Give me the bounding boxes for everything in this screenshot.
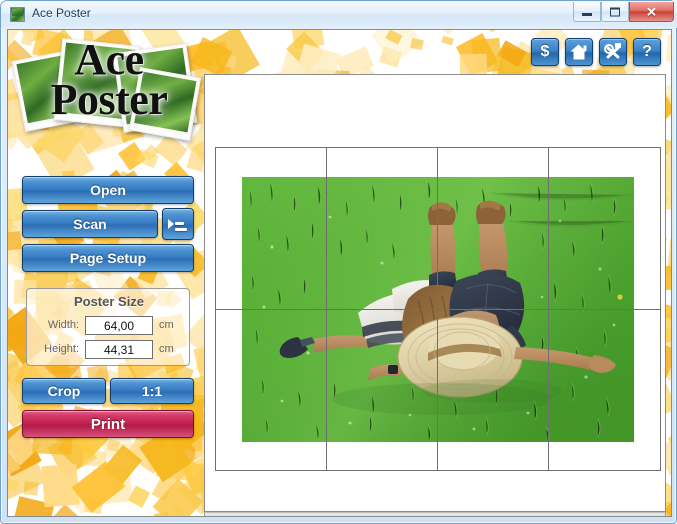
tools-icon: [604, 43, 622, 61]
status-bar: 8 pages of A4: [204, 512, 666, 516]
app-logo: Ace Poster: [11, 32, 204, 144]
title-bar: Ace Poster ✕: [1, 1, 677, 28]
buy-button[interactable]: $: [531, 38, 559, 66]
maximize-button[interactable]: [601, 2, 629, 22]
logo-wordmark: Ace Poster: [14, 37, 204, 125]
print-button[interactable]: Print: [22, 410, 194, 438]
dollar-icon: $: [540, 43, 550, 60]
scan-menu-button[interactable]: [162, 208, 194, 240]
poster-width-unit: cm: [159, 319, 174, 331]
window-controls: ✕: [573, 2, 674, 22]
poster-height-input[interactable]: [85, 340, 153, 359]
window-title: Ace Poster: [32, 6, 91, 20]
close-icon: ✕: [646, 4, 657, 19]
minimize-icon: [582, 10, 592, 17]
ratio-button[interactable]: 1:1: [110, 378, 194, 404]
home-button[interactable]: [565, 38, 593, 66]
toolbar: $ ?: [531, 38, 661, 66]
grid-hline-1: [216, 309, 660, 310]
close-button[interactable]: ✕: [629, 2, 674, 22]
poster-height-row: Height: cm: [27, 340, 191, 360]
poster-width-input[interactable]: [85, 316, 153, 335]
poster-page-grid: [215, 147, 661, 471]
poster-width-label: Width:: [47, 319, 79, 331]
app-photo-icon: [10, 7, 25, 22]
logo-line-2: Poster: [50, 75, 168, 125]
tools-button[interactable]: [599, 38, 627, 66]
home-icon: [570, 44, 588, 60]
list-menu-icon: [168, 215, 188, 233]
app-window: Ace Poster ✕ Ace Poster $ ? Open Scan Pa…: [0, 0, 677, 524]
help-button[interactable]: ?: [633, 38, 661, 66]
maximize-icon: [610, 7, 620, 16]
crop-button[interactable]: Crop: [22, 378, 106, 404]
poster-height-unit: cm: [159, 343, 174, 355]
page-setup-button[interactable]: Page Setup: [22, 244, 194, 272]
preview-pane[interactable]: [204, 74, 666, 512]
poster-width-row: Width: cm: [27, 316, 191, 336]
scan-button[interactable]: Scan: [22, 210, 158, 238]
poster-size-title: Poster Size: [73, 294, 145, 309]
poster-height-label: Height:: [44, 343, 79, 355]
client-area: Ace Poster $ ? Open Scan Page Setup Post…: [7, 29, 672, 517]
poster-size-panel: Poster Size Width: cm Height: cm: [26, 288, 190, 366]
open-button[interactable]: Open: [22, 176, 194, 204]
question-icon: ?: [642, 43, 652, 60]
minimize-button[interactable]: [573, 2, 601, 22]
